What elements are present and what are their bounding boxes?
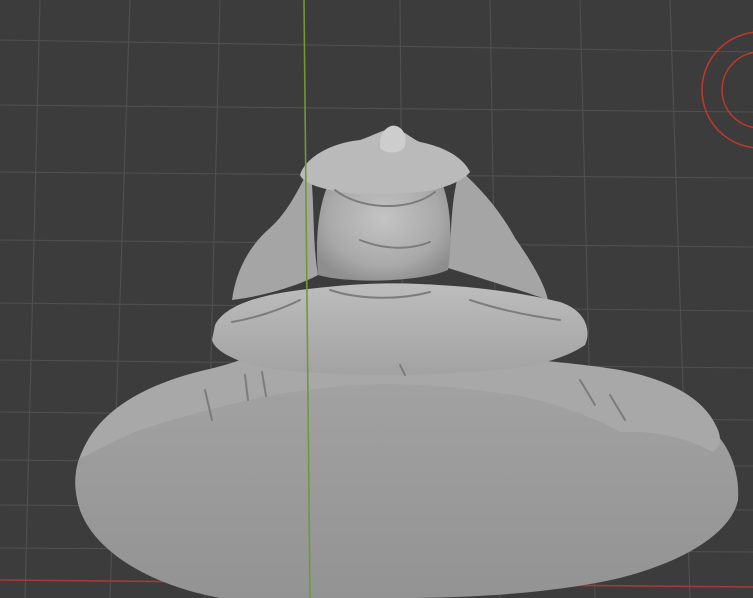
3d-viewport[interactable] [0,0,753,598]
viewport-canvas[interactable] [0,0,753,598]
